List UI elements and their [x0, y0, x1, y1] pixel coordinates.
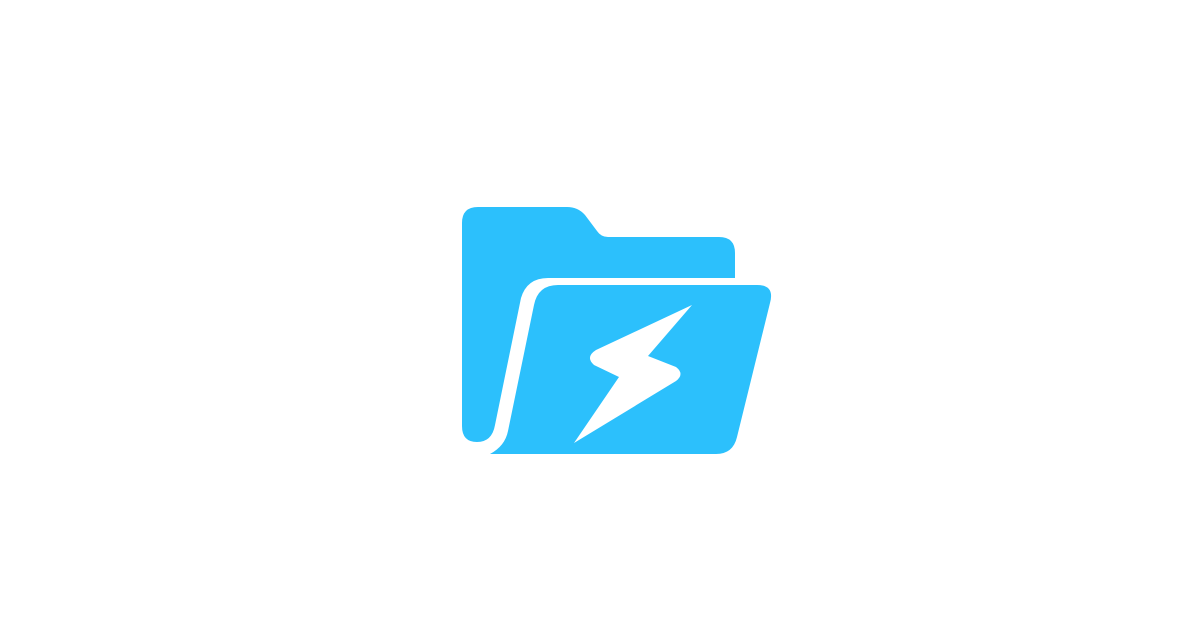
canvas [0, 0, 1200, 630]
logo [440, 190, 790, 475]
folder-lightning-icon [462, 207, 772, 454]
